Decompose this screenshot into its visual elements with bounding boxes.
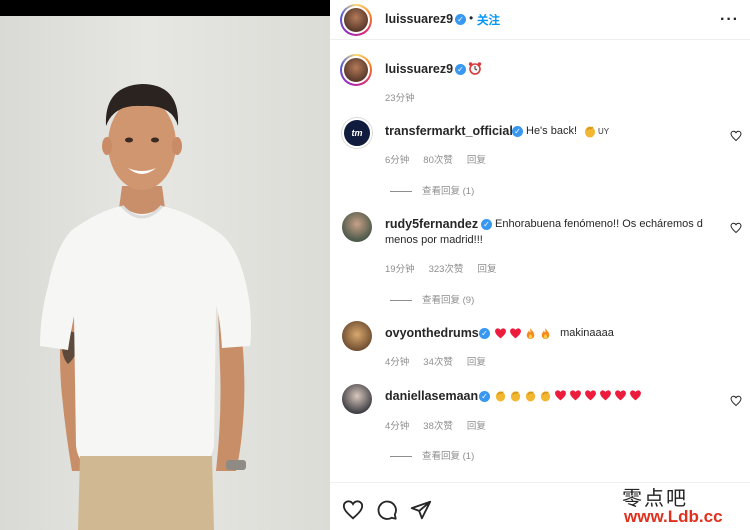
comment-icon[interactable] — [376, 499, 398, 521]
verified-badge-icon: ✓ — [479, 391, 490, 402]
comment-avatar-transfermarkt[interactable]: tm — [342, 118, 372, 148]
comment-avatar-rudy5fernandez[interactable] — [342, 212, 372, 242]
verified-badge-icon: ✓ — [479, 328, 490, 339]
red-heart-emoji-icon — [495, 327, 506, 338]
red-heart-emoji-icon — [585, 390, 596, 401]
verified-badge-icon: ✓ — [455, 64, 466, 75]
red-heart-emoji-icon — [570, 390, 581, 401]
replies-divider — [390, 299, 412, 301]
clapping-hands-emoji-icon — [585, 126, 595, 138]
view-replies-label: 查看回复 (1) — [422, 186, 475, 197]
send-icon[interactable] — [410, 499, 432, 521]
comment-like-heart-icon[interactable] — [730, 395, 742, 407]
view-replies-button[interactable]: 查看回复 (9) — [390, 292, 474, 306]
watermark-url: www.Ldb.cc — [624, 507, 723, 526]
comment-username[interactable]: transfermarkt_official — [385, 124, 513, 138]
comment-likes[interactable]: 80次赞 — [423, 155, 453, 166]
alarm-clock-emoji-icon — [468, 62, 482, 75]
caption-time: 23分钟 — [385, 93, 415, 104]
comment-username[interactable]: ovyonthedrums — [385, 326, 479, 340]
clapping-hands-emoji-icon — [540, 391, 551, 402]
comment-like-heart-icon[interactable] — [730, 130, 742, 142]
reply-button[interactable]: 回复 — [467, 357, 486, 368]
header-username[interactable]: luissuarez9 — [385, 12, 453, 26]
flag-code-emoji: UY — [598, 127, 610, 136]
comment-username[interactable]: daniellasemaan — [385, 389, 478, 403]
verified-badge-icon: ✓ — [512, 126, 523, 137]
comment-meta: 4分钟 38次赞 回复 — [385, 418, 500, 432]
comment-text: makinaaaa — [560, 327, 614, 339]
comment-avatar-ovyonthedrums[interactable] — [342, 321, 372, 351]
reply-button[interactable]: 回复 — [477, 264, 496, 275]
comment-meta: 4分钟 34次赞 回复 — [385, 354, 500, 368]
comment-emoji-row — [494, 389, 644, 402]
verified-badge-icon: ✓ — [455, 14, 466, 25]
comment-like-heart-icon[interactable] — [730, 222, 742, 234]
clapping-hands-emoji-icon — [495, 391, 506, 402]
clapping-hands-emoji-icon — [510, 391, 521, 402]
caption-username[interactable]: luissuarez9 — [385, 62, 453, 76]
comment-text: He's back! — [526, 125, 578, 137]
red-heart-emoji-icon — [615, 390, 626, 401]
separator-dot: • — [469, 11, 474, 25]
person-illustration — [40, 84, 251, 530]
comment-text: Enhorabuena fenómeno!! Os echáremos d me… — [385, 218, 703, 246]
red-heart-emoji-icon — [600, 390, 611, 401]
red-heart-emoji-icon — [510, 327, 521, 338]
comment-time: 4分钟 — [385, 421, 410, 432]
comment-likes[interactable]: 323次赞 — [429, 264, 464, 275]
comment-emoji-row: makinaaaa — [494, 325, 614, 341]
view-replies-button[interactable]: 查看回复 (1) — [390, 183, 474, 197]
red-heart-emoji-icon — [555, 390, 566, 401]
view-replies-label: 查看回复 (9) — [422, 295, 475, 306]
post-photo — [0, 0, 330, 530]
comment-time: 19分钟 — [385, 264, 415, 275]
caption-author-avatar[interactable] — [340, 54, 372, 86]
heart-icon[interactable] — [342, 499, 364, 521]
comment-meta: 6分钟 80次赞 回复 — [385, 152, 500, 166]
comment-avatar-daniellasemaan[interactable] — [342, 384, 372, 414]
fire-emoji-icon — [526, 327, 535, 339]
avatar-logo-text: tm — [351, 128, 363, 138]
follow-button[interactable]: 关注 — [477, 12, 500, 28]
comment-likes[interactable]: 34次赞 — [423, 357, 453, 368]
comment-time: 4分钟 — [385, 357, 410, 368]
replies-divider — [390, 190, 412, 192]
comment-meta: 19分钟 323次赞 回复 — [385, 261, 510, 275]
comment-likes[interactable]: 38次赞 — [423, 421, 453, 432]
reply-button[interactable]: 回复 — [467, 421, 486, 432]
comments-panel: luissuarez9 ✓ • 关注 ··· luissuarez9 ✓ 23分… — [330, 0, 750, 530]
post-header: luissuarez9 ✓ • 关注 ··· — [330, 0, 750, 40]
fire-emoji-icon — [541, 327, 550, 339]
clapping-hands-emoji-icon — [525, 391, 536, 402]
replies-divider — [390, 455, 412, 457]
more-horizontal-icon[interactable]: ··· — [720, 11, 739, 29]
comment-time: 6分钟 — [385, 155, 410, 166]
view-replies-label: 查看回复 (1) — [422, 451, 475, 462]
post-author-avatar[interactable] — [340, 4, 372, 36]
red-heart-emoji-icon — [630, 390, 641, 401]
view-replies-button[interactable]: 查看回复 (1) — [390, 448, 474, 462]
reply-button[interactable]: 回复 — [467, 155, 486, 166]
